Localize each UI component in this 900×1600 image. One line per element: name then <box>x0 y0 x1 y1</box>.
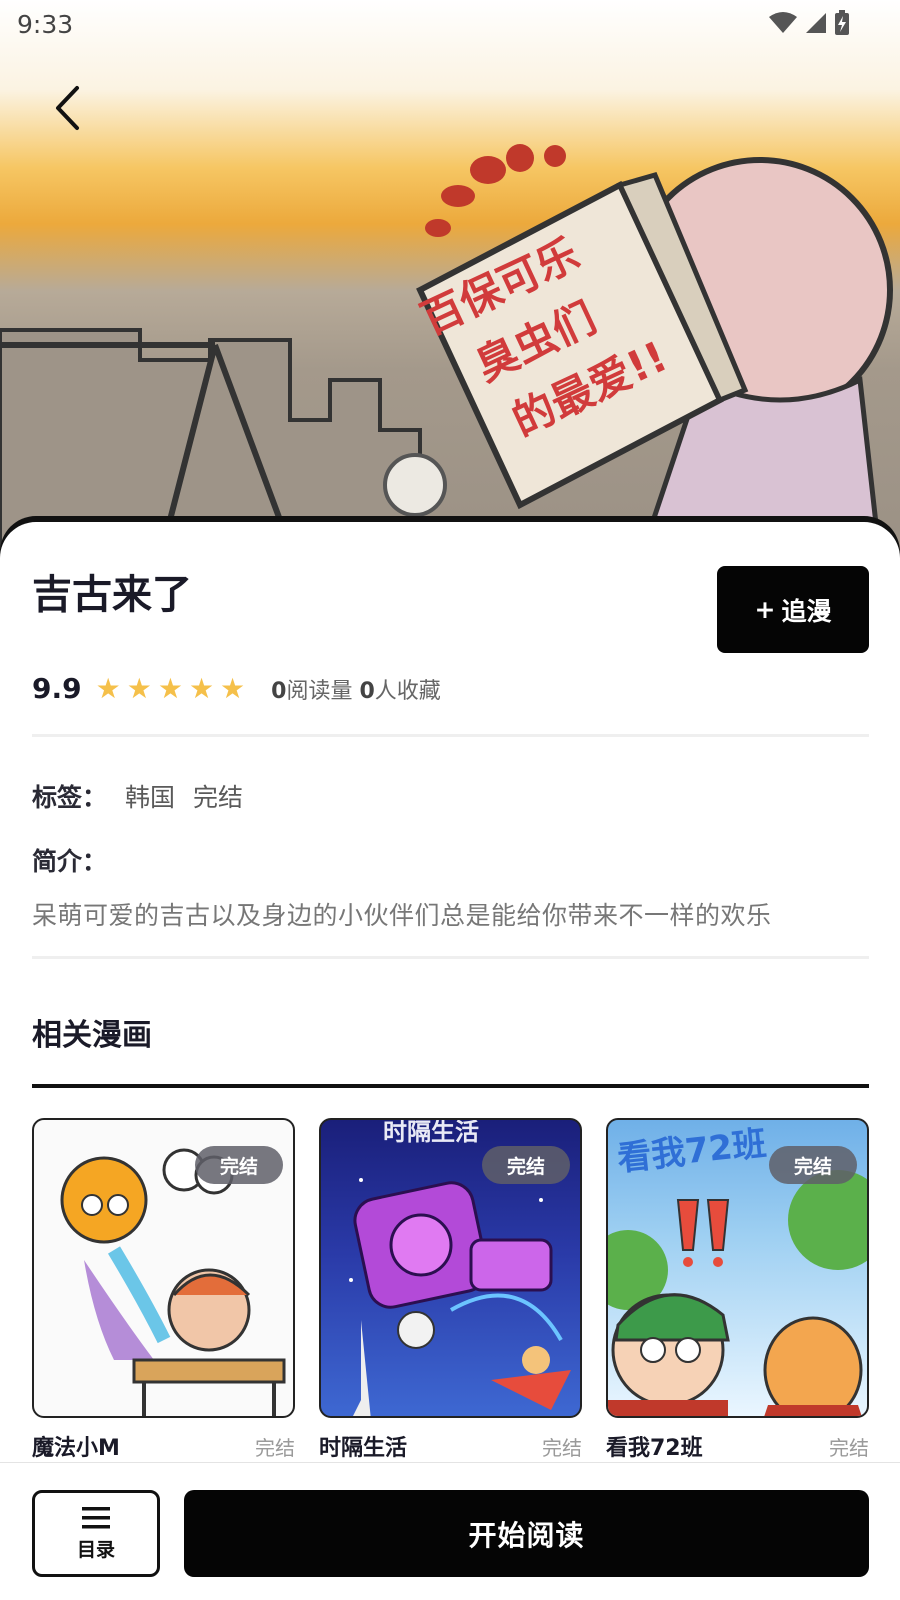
tag-item[interactable]: 韩国 <box>125 778 175 814</box>
star-icon: ★ <box>220 671 246 705</box>
star-icon: ★ <box>157 671 183 705</box>
status-icons <box>768 10 850 36</box>
cover-title: 看我72班 <box>616 1124 769 1179</box>
related-cover: 看我72班 完结 <box>606 1118 869 1418</box>
related-name: 时隔生活 <box>319 1436 408 1461</box>
wifi-icon <box>769 12 797 33</box>
status-badge: 完结 <box>195 1146 283 1184</box>
related-status: 完结 <box>829 1436 869 1460</box>
menu-icon <box>82 1507 110 1529</box>
bottom-bar: 目录 开始阅读 <box>0 1462 900 1600</box>
follow-button[interactable]: + 追漫 <box>717 566 869 653</box>
toc-label: 目录 <box>76 1539 115 1561</box>
read-count: 0 <box>271 678 287 704</box>
rating-score: 9.9 <box>32 672 82 705</box>
status-time: 9:33 <box>17 10 74 39</box>
favorite-count: 0 <box>359 678 375 704</box>
chevron-left-icon <box>56 86 79 130</box>
cover-banner: 百保可乐 臭虫们 的最爱!! 9:33 <box>0 0 900 560</box>
rating-stars: ★ ★ ★ ★ ★ <box>95 671 246 705</box>
plus-icon: + <box>754 595 776 624</box>
related-card[interactable]: 完结 魔法小M 完结 <box>32 1118 295 1462</box>
intro-text: 呆萌可爱的吉古以及身边的小伙伴们总是能给你带来不一样的欢乐 <box>32 901 772 930</box>
favorite-count-label: 人收藏 <box>374 678 441 704</box>
rating-row: 9.9 ★ ★ ★ ★ ★ 0阅读量 0人收藏 <box>32 672 441 705</box>
comic-title: 吉古来了 <box>32 572 192 618</box>
status-badge: 完结 <box>482 1146 570 1184</box>
stats: 0阅读量 0人收藏 <box>271 673 441 705</box>
tag-item[interactable]: 完结 <box>193 778 243 814</box>
toc-button[interactable]: 目录 <box>32 1490 160 1577</box>
star-icon: ★ <box>95 671 121 705</box>
intro-label: 简介： <box>32 847 108 876</box>
cover-title: 时隔生活 <box>383 1120 479 1146</box>
cover-illustration: 百保可乐 臭虫们 的最爱!! <box>0 144 893 560</box>
related-name: 魔法小M <box>32 1436 120 1461</box>
star-icon: ★ <box>126 671 152 705</box>
star-icon: ★ <box>188 671 215 705</box>
read-count-label: 阅读量 <box>286 678 353 704</box>
related-card[interactable]: 看我72班 完结 看我72班 完结 <box>606 1118 869 1462</box>
divider <box>32 734 869 737</box>
related-cover: 时隔生活 完结 <box>319 1118 582 1418</box>
back-button[interactable] <box>40 80 96 136</box>
related-status: 完结 <box>542 1436 582 1460</box>
divider <box>32 956 869 959</box>
related-status: 完结 <box>255 1436 295 1460</box>
signal-icon <box>806 13 826 33</box>
related-cover: 完结 <box>32 1118 295 1418</box>
detail-sheet: 吉古来了 + 追漫 9.9 ★ ★ ★ ★ ★ 0阅读量 0人收藏 标签： 韩国… <box>0 522 900 1462</box>
tags-row: 标签： 韩国 完结 <box>32 778 243 814</box>
related-list: 完结 魔法小M 完结 时隔生活 完结 时隔生活 完结 看我72班 完结 看我72… <box>32 1118 869 1462</box>
start-reading-button[interactable]: 开始阅读 <box>184 1490 869 1577</box>
status-bar: 9:33 <box>0 0 900 48</box>
related-name: 看我72班 <box>606 1436 703 1461</box>
follow-label: 追漫 <box>781 596 832 626</box>
status-badge: 完结 <box>769 1146 857 1184</box>
related-title: 相关漫画 <box>32 1018 152 1053</box>
related-card[interactable]: 时隔生活 完结 时隔生活 完结 <box>319 1118 582 1462</box>
related-underline <box>32 1084 869 1088</box>
battery-icon <box>835 10 849 35</box>
tags-label: 标签： <box>32 783 108 812</box>
